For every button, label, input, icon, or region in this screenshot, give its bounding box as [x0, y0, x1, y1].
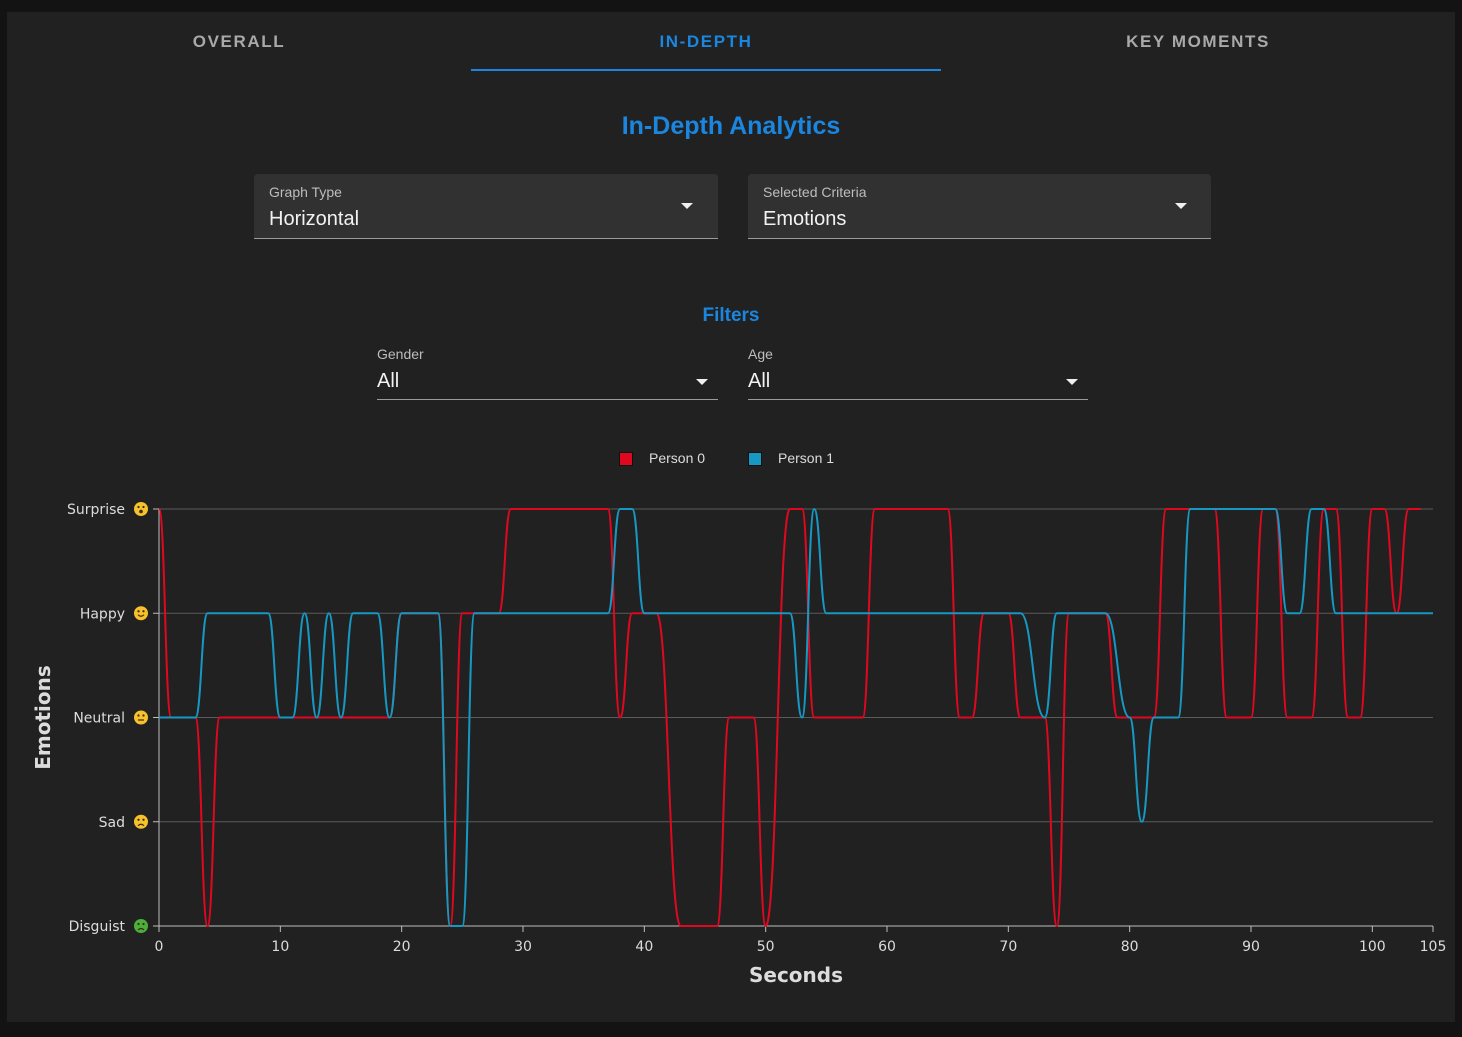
graph-type-select[interactable]: Graph Type Horizontal	[254, 174, 718, 239]
page-title: In-Depth Analytics	[621, 112, 841, 140]
graph-type-value: Horizontal	[269, 208, 360, 230]
legend-swatch-person-0	[619, 452, 633, 466]
tab-key-moments[interactable]: KEY MOMENTS	[941, 12, 1455, 72]
graph-type-label: Graph Type	[269, 184, 342, 200]
tab-in-depth[interactable]: IN-DEPTH	[471, 12, 941, 72]
chevron-down-icon	[696, 379, 708, 385]
age-value: All	[748, 370, 771, 392]
analytics-panel: OVERALL IN-DEPTH KEY MOMENTS In-Depth An…	[7, 12, 1455, 1022]
tab-overall[interactable]: OVERALL	[7, 12, 471, 72]
active-tab-indicator	[471, 69, 941, 71]
tab-bar: OVERALL IN-DEPTH KEY MOMENTS	[7, 12, 1455, 84]
selected-criteria-value: Emotions	[763, 208, 847, 230]
chevron-down-icon	[1175, 203, 1187, 209]
filters-title: Filters	[702, 305, 760, 326]
age-label: Age	[748, 346, 773, 362]
chevron-down-icon	[1066, 379, 1078, 385]
gender-select[interactable]: Gender All	[377, 346, 718, 400]
legend-label-person-0: Person 0	[649, 450, 706, 466]
selected-criteria-select[interactable]: Selected Criteria Emotions	[748, 174, 1211, 239]
legend-label-person-1: Person 1	[778, 450, 835, 466]
chevron-down-icon	[681, 203, 693, 209]
legend-swatch-person-1	[748, 452, 762, 466]
selected-criteria-label: Selected Criteria	[763, 184, 867, 200]
gender-value: All	[377, 370, 400, 392]
age-select[interactable]: Age All	[748, 346, 1088, 400]
gender-label: Gender	[377, 346, 424, 362]
